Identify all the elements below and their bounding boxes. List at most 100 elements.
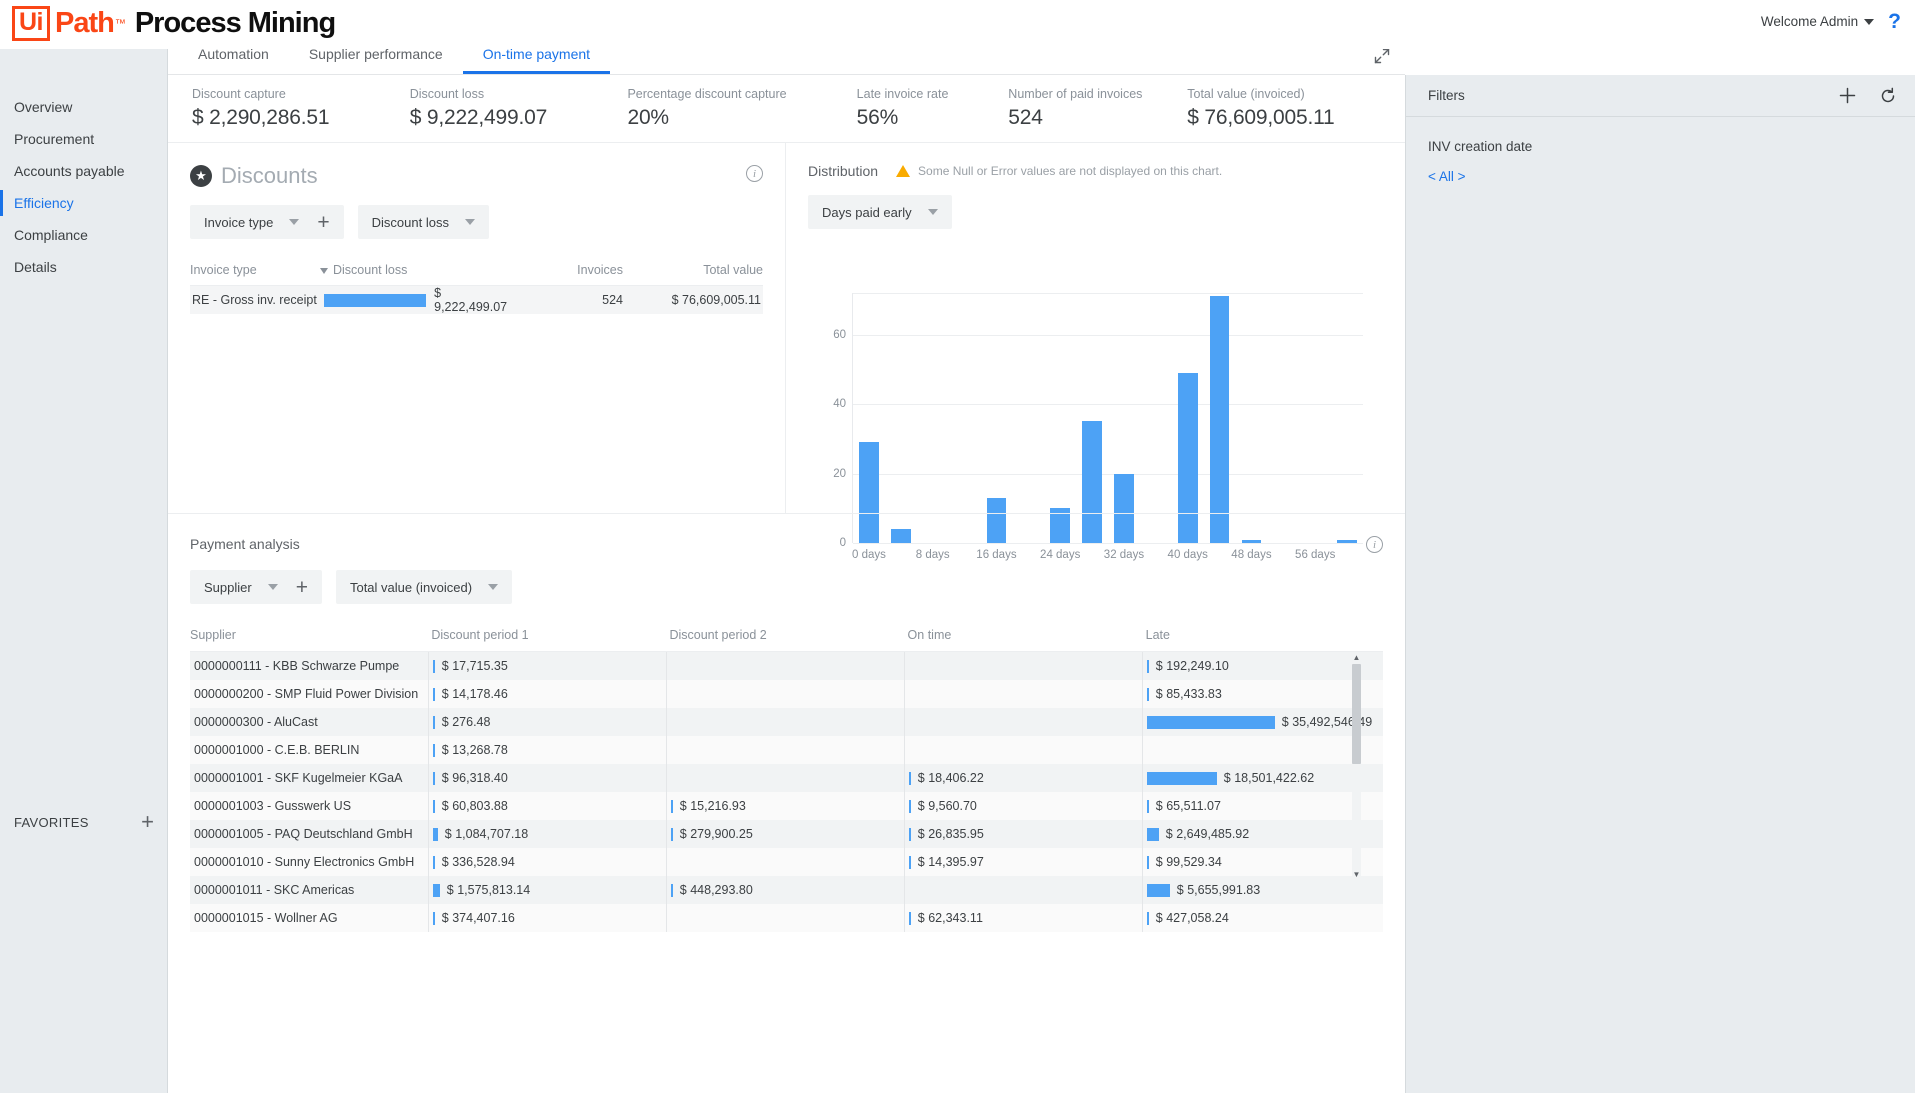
column-header-supplier[interactable]: Supplier (190, 628, 427, 642)
table-row[interactable]: 0000001005 - PAQ Deutschland GmbH$ 1,084… (190, 820, 1383, 848)
sidebar-item-efficiency[interactable]: Efficiency (0, 188, 167, 218)
selector-supplier[interactable]: Supplier + (190, 570, 322, 604)
chevron-down-icon[interactable] (268, 584, 278, 590)
filter-item-value[interactable]: < All > (1428, 169, 1893, 184)
payment-analysis-info-icon[interactable]: i (1366, 536, 1383, 553)
cell-discount-period-1: $ 336,528.94 (428, 848, 666, 876)
chevron-down-icon[interactable] (488, 584, 498, 590)
favorites-label: FAVORITES (14, 815, 89, 830)
cell-discount-period-1: $ 96,318.40 (428, 764, 666, 792)
help-icon[interactable]: ? (1888, 11, 1901, 32)
chevron-down-icon[interactable] (465, 219, 475, 225)
chevron-down-icon[interactable] (289, 219, 299, 225)
payment-analysis-header: Payment analysis (168, 514, 1405, 554)
sidebar-item-overview[interactable]: Overview (0, 92, 167, 122)
bar-indicator (433, 688, 435, 701)
table-scrollbar[interactable]: ▲ ▼ (1352, 652, 1361, 880)
column-header-on-time[interactable]: On time (904, 628, 1142, 642)
selector-days-paid-early[interactable]: Days paid early (808, 195, 952, 229)
selector-invoice-type[interactable]: Invoice type + (190, 205, 344, 239)
sidebar-item-label: Details (14, 259, 57, 275)
scroll-down-icon[interactable]: ▼ (1352, 869, 1361, 880)
cell-discount-period-2 (666, 736, 904, 764)
add-filter-icon[interactable] (1838, 86, 1857, 105)
sidebar-nav: Overview Procurement Accounts payable Ef… (0, 49, 167, 282)
chevron-down-icon[interactable] (1864, 19, 1874, 25)
chevron-down-icon[interactable] (928, 209, 938, 215)
selector-label: Days paid early (822, 205, 912, 220)
table-row[interactable]: 0000001003 - Gusswerk US$ 60,803.88$ 15,… (190, 792, 1383, 820)
discounts-header: ★ Discounts (168, 143, 785, 189)
column-header-invoices[interactable]: Invoices (513, 263, 623, 277)
table-row[interactable]: 0000000111 - KBB Schwarze Pumpe$ 17,715.… (190, 652, 1383, 680)
table-row[interactable]: 0000001015 - Wollner AG$ 374,407.16$ 62,… (190, 904, 1383, 932)
bar-indicator (433, 912, 435, 925)
chart-bar[interactable] (1210, 296, 1230, 543)
column-header-total-value[interactable]: Total value (623, 263, 763, 277)
kpi-label: Percentage discount capture (627, 87, 856, 101)
sidebar-item-details[interactable]: Details (0, 252, 167, 282)
bar-indicator (1147, 688, 1149, 701)
left-sidebar: Overview Procurement Accounts payable Ef… (0, 49, 168, 1093)
kpi-value: $ 2,290,286.51 (192, 106, 410, 130)
table-row[interactable]: 0000001010 - Sunny Electronics GmbH $ 336… (190, 848, 1383, 876)
bar-indicator (1147, 912, 1149, 925)
table-row[interactable]: 0000001000 - C.E.B. BERLIN$ 13,268.78 (190, 736, 1383, 764)
kpi-value: $ 76,609,005.11 (1187, 106, 1405, 130)
cell-on-time (904, 736, 1142, 764)
cell-late: $ 427,058.24 (1142, 904, 1383, 932)
scrollbar-thumb[interactable] (1352, 664, 1361, 764)
cell-late: $ 18,501,422.62 (1142, 764, 1383, 792)
add-dimension-icon[interactable]: + (317, 212, 329, 233)
cell-supplier: 0000001010 - Sunny Electronics GmbH (190, 855, 428, 869)
discounts-info-icon[interactable]: i (746, 165, 763, 182)
sidebar-item-compliance[interactable]: Compliance (0, 220, 167, 250)
kpi-number-of-paid-invoices: Number of paid invoices 524 (1008, 87, 1187, 142)
discounts-table: Invoice type Discount loss Invoices Tota… (168, 263, 763, 314)
kpi-label: Discount loss (410, 87, 628, 101)
scroll-up-icon[interactable]: ▲ (1352, 652, 1361, 663)
sidebar-item-label: Efficiency (14, 195, 74, 211)
column-header-discount-period-1[interactable]: Discount period 1 (427, 628, 665, 642)
sidebar-item-procurement[interactable]: Procurement (0, 124, 167, 154)
column-header-late[interactable]: Late (1142, 628, 1383, 642)
cell-value: $ 18,501,422.62 (1224, 771, 1314, 785)
table-row[interactable]: RE - Gross inv. receipt $ 9,222,499.07 5… (190, 286, 763, 314)
cell-value: $ 9,560.70 (918, 799, 977, 813)
main-content: Discount capture $ 2,290,286.51 Discount… (168, 75, 1405, 1093)
table-row[interactable]: 0000000200 - SMP Fluid Power Division$ 1… (190, 680, 1383, 708)
bar-indicator (909, 912, 911, 925)
filters-title: Filters (1428, 88, 1838, 103)
sidebar-item-label: Accounts payable (14, 163, 125, 179)
cell-discount-period-2 (666, 708, 904, 736)
selector-total-value-invoiced[interactable]: Total value (invoiced) (336, 570, 512, 604)
uipath-logo[interactable]: Ui Path ™ Process Mining (12, 6, 335, 41)
filter-item-name: INV creation date (1428, 139, 1893, 154)
kpi-value: 20% (627, 106, 856, 130)
cell-value: $ 2,649,485.92 (1166, 827, 1249, 841)
kpi-label: Number of paid invoices (1008, 87, 1187, 101)
cell-discount-period-2: $ 448,293.80 (666, 876, 904, 904)
selector-discount-loss[interactable]: Discount loss (358, 205, 489, 239)
column-header-discount-period-2[interactable]: Discount period 2 (665, 628, 903, 642)
add-dimension-icon[interactable]: + (296, 577, 308, 598)
column-header-invoice-type[interactable]: Invoice type (190, 263, 320, 277)
table-row[interactable]: 0000001011 - SKC Americas$ 1,575,813.14$… (190, 876, 1383, 904)
cell-value: $ 336,528.94 (442, 855, 515, 869)
table-row[interactable]: 0000001001 - SKF Kugelmeier KGaA$ 96,318… (190, 764, 1383, 792)
favorite-star-icon[interactable]: ★ (190, 165, 212, 187)
add-favorite-icon[interactable]: + (141, 811, 154, 833)
warning-text: Some Null or Error values are not displa… (918, 164, 1222, 178)
column-header-discount-loss[interactable]: Discount loss (320, 263, 513, 277)
cell-discount-period-2: $ 15,216.93 (666, 792, 904, 820)
sidebar-item-accounts-payable[interactable]: Accounts payable (0, 156, 167, 186)
cell-supplier: 0000001000 - C.E.B. BERLIN (190, 743, 428, 757)
user-menu[interactable]: Welcome Admin (1761, 14, 1874, 29)
table-row[interactable]: 0000000300 - AluCast$ 276.48$ 35,492,546… (190, 708, 1383, 736)
kpi-percentage-discount-capture: Percentage discount capture 20% (627, 87, 856, 142)
reset-filters-icon[interactable] (1879, 87, 1897, 105)
cell-value: $ 9,222,499.07 (434, 286, 513, 314)
chart-plot-area: 02040600 days8 days16 days24 days32 days… (852, 293, 1363, 543)
distribution-warning: Some Null or Error values are not displa… (896, 164, 1222, 178)
expand-icon[interactable] (1373, 47, 1391, 65)
